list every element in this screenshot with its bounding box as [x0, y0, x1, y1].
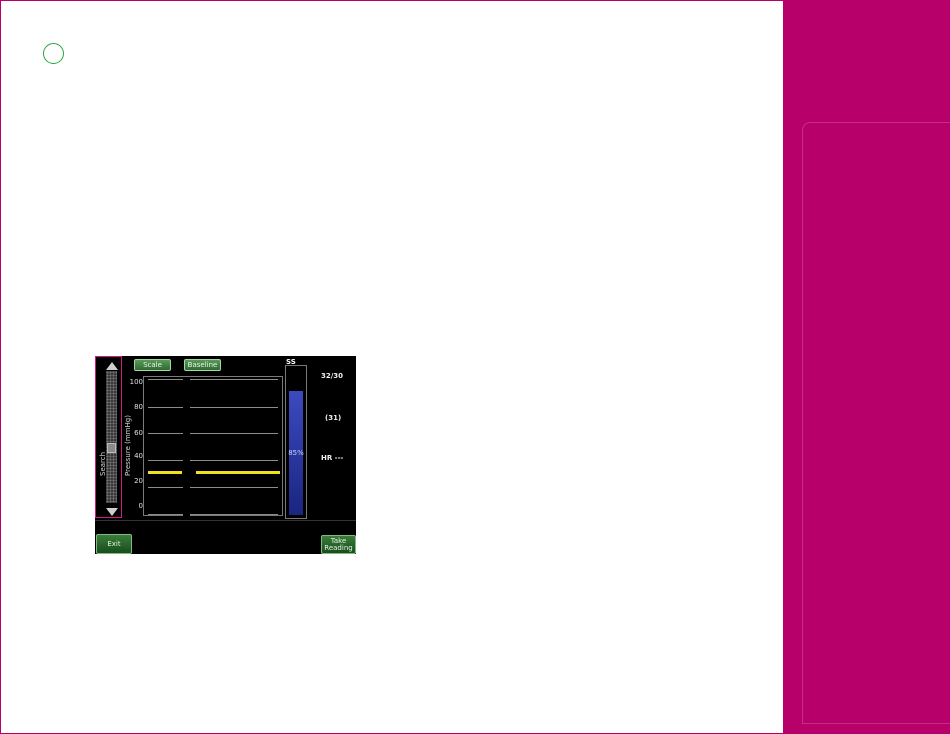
scroll-thumb[interactable]: [107, 443, 116, 453]
right-panel: [783, 0, 950, 734]
signal-strength-percent: 85%: [288, 449, 304, 457]
pressure-trace-segment: [148, 471, 182, 474]
plot-sweep-gap: [183, 377, 190, 517]
baseline-button[interactable]: Baseline: [184, 359, 221, 371]
y-tick: 40: [134, 452, 143, 460]
mean-pressure-reading: (31): [325, 414, 342, 422]
pressure-monitor-screen: Scale Baseline Search Pressure (mmHg) 10…: [95, 356, 356, 554]
right-panel-inner: [802, 122, 950, 724]
exit-button[interactable]: Exit: [96, 534, 132, 554]
scroll-down-arrow-icon[interactable]: [106, 508, 118, 516]
grid-line: [148, 407, 278, 408]
signal-strength-meter: 85%: [285, 365, 307, 519]
grid-line: [148, 514, 278, 515]
systolic-diastolic-reading: 32/30: [321, 372, 344, 380]
heart-rate-reading: HR ---: [321, 454, 344, 462]
pressure-waveform-plot: [143, 376, 283, 517]
y-tick: 80: [134, 403, 143, 411]
pressure-trace-segment: [196, 471, 280, 474]
take-reading-button[interactable]: Take Reading: [321, 535, 356, 554]
search-label: Search: [99, 451, 107, 476]
bottom-divider: [95, 520, 356, 521]
grid-line: [148, 487, 278, 488]
step-marker-circle-icon: [43, 43, 64, 64]
y-tick: 100: [129, 378, 143, 386]
take-reading-label-line2: Reading: [324, 544, 353, 552]
scroll-up-arrow-icon[interactable]: [106, 362, 118, 370]
y-axis-ticks: 100 80 60 40 20 0: [129, 356, 143, 526]
grid-line: [148, 379, 278, 380]
grid-line: [148, 460, 278, 461]
search-scale-scrollbar[interactable]: Search: [95, 356, 122, 518]
y-tick: 20: [134, 477, 143, 485]
y-tick: 60: [134, 429, 143, 437]
scroll-track[interactable]: [106, 371, 117, 503]
grid-line: [148, 433, 278, 434]
